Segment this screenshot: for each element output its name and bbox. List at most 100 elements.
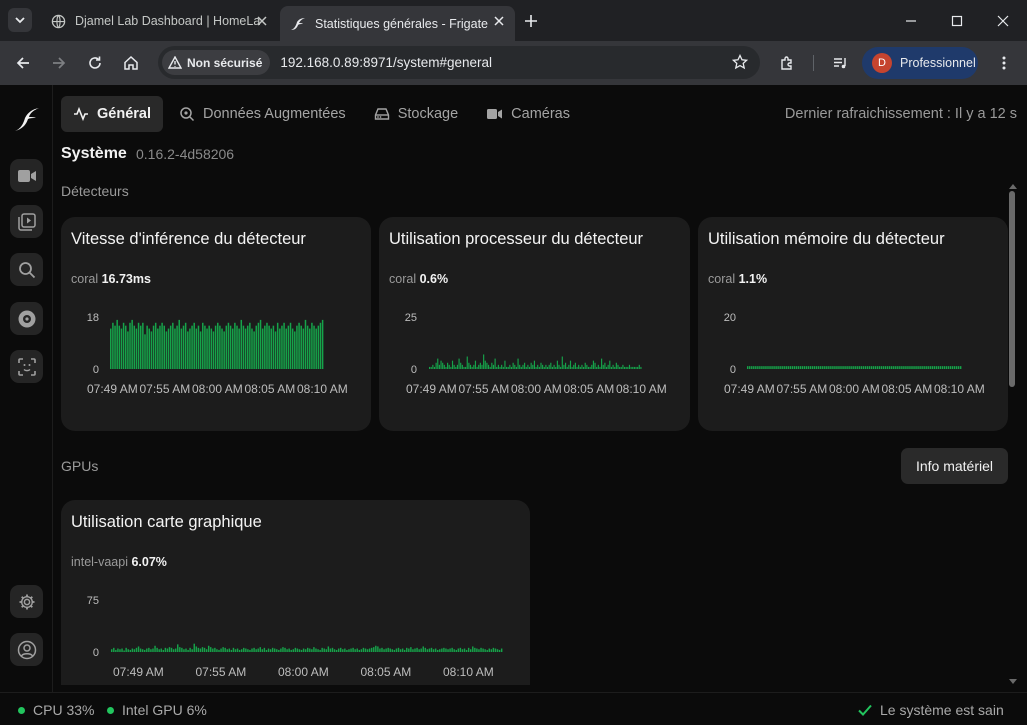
chart-bar <box>886 366 889 369</box>
settings-button[interactable] <box>10 585 43 618</box>
chart-bar <box>166 648 169 652</box>
chart-bar <box>484 649 486 652</box>
chart-bar <box>848 366 850 369</box>
page-scrollbar[interactable] <box>1009 183 1017 685</box>
tab-enrichments[interactable]: Données Augmentées <box>167 96 358 132</box>
new-tab-button[interactable] <box>520 10 542 32</box>
y-tick-label: 75 <box>87 595 99 607</box>
chart-bar <box>255 649 257 652</box>
profile-button[interactable]: D Professionnel <box>862 47 978 79</box>
chart-bar <box>360 649 363 652</box>
chart-bar <box>133 649 136 652</box>
close-tab-icon[interactable] <box>491 13 507 29</box>
chart-bar <box>844 366 846 369</box>
security-chip[interactable]: Non sécurisé <box>162 50 271 75</box>
chart-bar <box>271 647 274 652</box>
chart-bar <box>779 366 781 369</box>
sidebar-item-faces[interactable] <box>10 350 43 383</box>
tab-label: Caméras <box>511 106 570 122</box>
chart-bar <box>491 362 493 369</box>
chart-bar <box>913 366 915 369</box>
chart-bar <box>340 647 342 652</box>
chart-bar <box>298 649 301 652</box>
tab-general[interactable]: Général <box>61 96 163 132</box>
account-button[interactable] <box>10 633 43 666</box>
home-button[interactable] <box>117 49 145 77</box>
y-tick-label: 0 <box>93 647 99 659</box>
x-tick-label: 08:05 AM <box>245 382 296 396</box>
chart-bar <box>298 322 300 369</box>
chart-bar <box>481 364 483 369</box>
frigate-logo[interactable] <box>13 103 41 133</box>
chart-bar <box>632 366 634 369</box>
chart-bar <box>375 645 377 652</box>
forward-button[interactable] <box>45 49 73 77</box>
chart-bar <box>154 322 157 369</box>
scrollbar-thumb[interactable] <box>1009 191 1015 387</box>
reload-button[interactable] <box>81 49 109 77</box>
chart-bar <box>224 647 226 652</box>
chart-bar <box>842 366 844 369</box>
chart-bar <box>587 366 590 369</box>
chart-bar <box>499 366 501 369</box>
sidebar-item-live[interactable] <box>10 159 43 192</box>
chart-bar <box>127 331 129 369</box>
sidebar-item-review[interactable] <box>10 205 43 238</box>
x-tick-label: 08:05 AM <box>361 665 412 679</box>
sidebar-item-export[interactable] <box>10 302 43 335</box>
activity-icon <box>74 106 88 122</box>
chart-bar <box>815 366 818 369</box>
browser-tab-frigate[interactable]: Statistiques générales - Frigate <box>280 6 515 41</box>
bookmark-star-icon[interactable] <box>732 54 748 70</box>
chart-bar <box>238 649 241 652</box>
chart-bar <box>276 649 278 652</box>
media-control-button[interactable] <box>826 49 854 77</box>
chart-bar <box>488 648 490 652</box>
chart-bar <box>809 366 812 369</box>
minimize-window-button[interactable] <box>888 0 934 41</box>
chart-bar <box>925 366 927 369</box>
chart-bar <box>294 331 296 369</box>
url-text[interactable]: 192.168.0.89:8971/system#general <box>280 55 492 70</box>
browser-menu-button[interactable] <box>990 49 1018 77</box>
close-tab-icon[interactable] <box>254 13 270 29</box>
chart-bar <box>244 328 247 369</box>
scroll-down-arrow-icon <box>1009 679 1017 684</box>
hardware-info-button[interactable]: Info matériel <box>901 448 1008 484</box>
chart-bar <box>161 322 163 369</box>
close-window-button[interactable] <box>980 0 1026 41</box>
chart-bar <box>210 328 213 369</box>
tab-cameras[interactable]: Caméras <box>474 96 582 132</box>
tab-label: Données Augmentées <box>203 106 346 122</box>
browser-tab-dashboard[interactable]: Djamel Lab Dashboard | HomeLab <box>40 6 278 36</box>
chart-bar <box>490 649 493 652</box>
chart-bar <box>476 648 478 652</box>
tab-search-button[interactable] <box>8 8 32 32</box>
chart-bar <box>307 647 309 652</box>
chart-bar <box>222 647 224 652</box>
sidebar-item-explore[interactable] <box>10 253 43 286</box>
chart-bar <box>789 366 792 369</box>
chart-bar <box>406 647 408 652</box>
extensions-button[interactable] <box>773 49 801 77</box>
address-bar[interactable]: Non sécurisé 192.168.0.89:8971/system#ge… <box>158 46 760 79</box>
chart-bar <box>267 648 270 652</box>
chart-bar <box>749 366 751 369</box>
back-button[interactable] <box>9 49 37 77</box>
chart-bar <box>538 366 540 369</box>
chart-bar <box>160 648 162 652</box>
chart-bar <box>212 648 214 652</box>
tab-storage[interactable]: Stockage <box>362 96 470 132</box>
chart-bar <box>537 364 539 369</box>
chart-bar <box>625 366 627 369</box>
chart-bar <box>951 366 954 369</box>
chart-bar <box>221 328 223 369</box>
video-camera-icon <box>487 109 503 119</box>
maximize-window-button[interactable] <box>934 0 980 41</box>
chart-bar <box>465 649 468 652</box>
chart-bar <box>568 364 570 369</box>
section-detectors-heading: Détecteurs <box>61 183 129 199</box>
chart-bar <box>854 366 856 369</box>
chart-bar <box>832 366 834 369</box>
chart-bar <box>139 325 142 369</box>
